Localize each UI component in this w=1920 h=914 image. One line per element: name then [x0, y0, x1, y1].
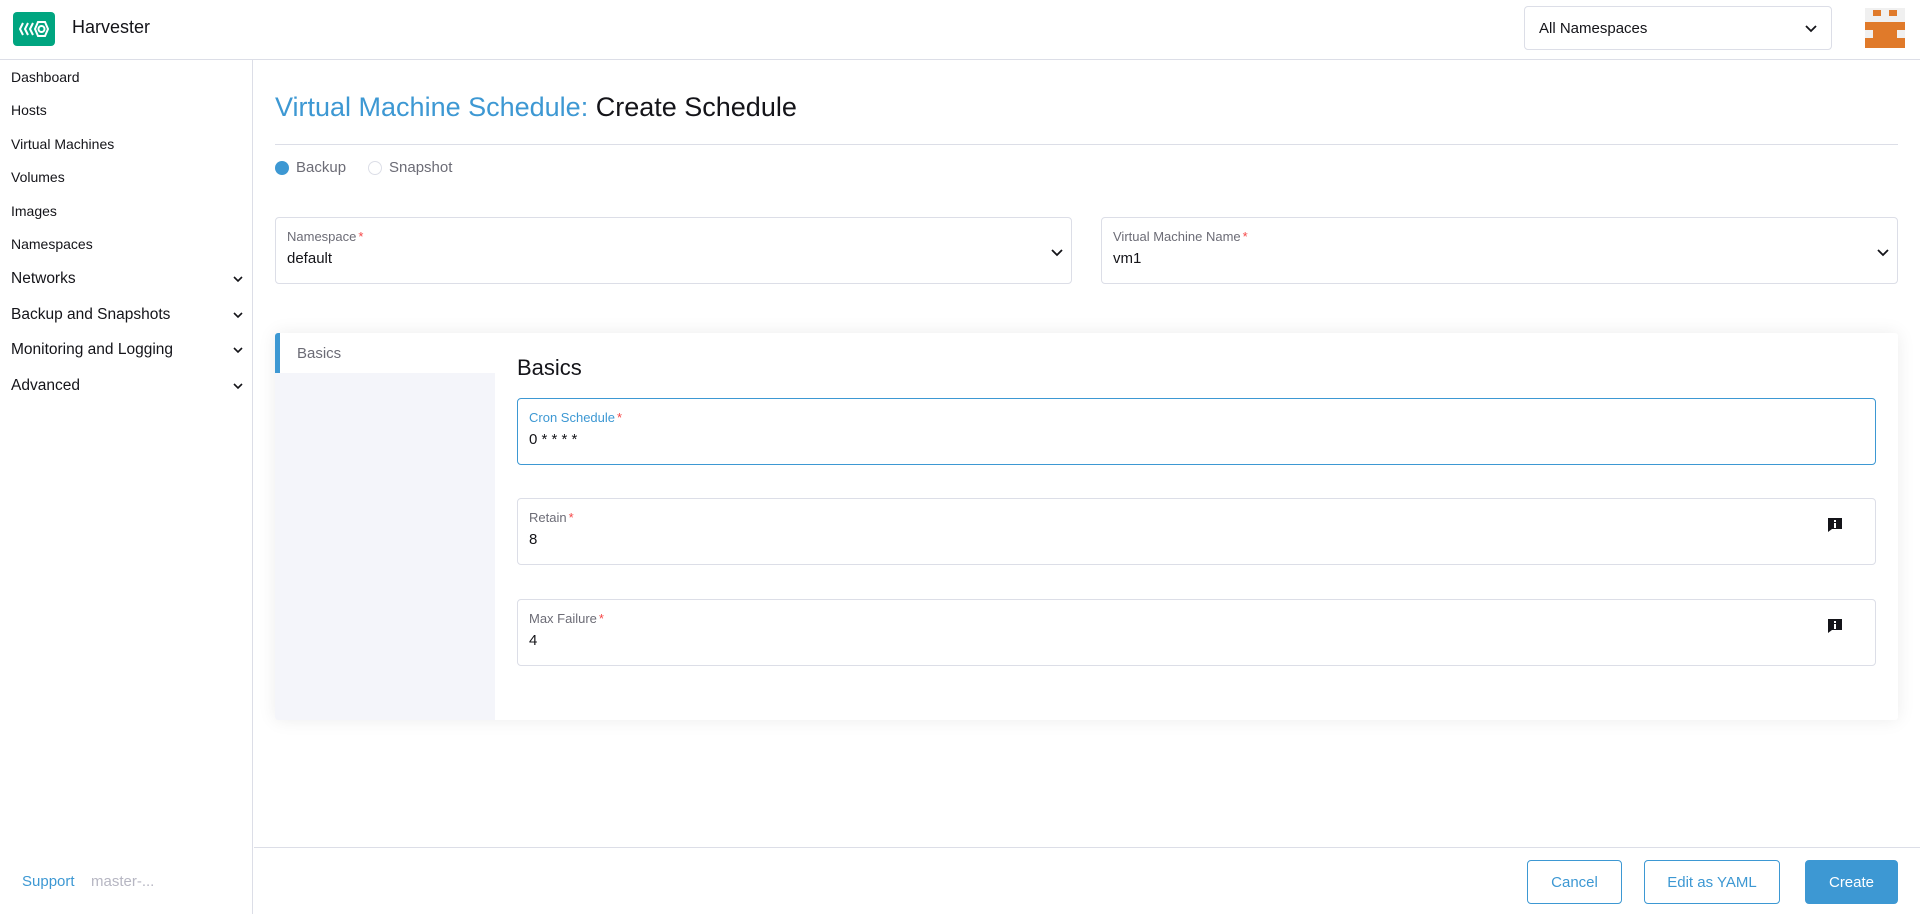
sidebar-nav: Dashboard Hosts Virtual Machines Volumes…	[0, 60, 253, 914]
cron-label: Cron Schedule *	[529, 410, 622, 425]
sidebar-item-label: Namespaces	[11, 236, 93, 252]
retain-input[interactable]: Retain * 8	[517, 498, 1876, 565]
sidebar-item-label: Virtual Machines	[11, 136, 115, 152]
radio-label: Backup	[296, 159, 347, 176]
chevron-down-icon	[233, 345, 243, 355]
support-link[interactable]: Support	[22, 873, 75, 890]
sidebar-item-dashboard[interactable]: Dashboard	[11, 66, 243, 88]
required-marker: *	[598, 611, 604, 626]
chevron-down-icon	[233, 381, 243, 391]
main-content: Virtual Machine Schedule: Create Schedul…	[254, 60, 1920, 847]
sidebar-item-images[interactable]: Images	[11, 200, 243, 222]
sidebar-item-volumes[interactable]: Volumes	[11, 166, 243, 188]
section-heading: Basics	[517, 355, 582, 380]
cron-value: 0 * * * *	[529, 431, 578, 448]
radio-selected-icon	[275, 160, 289, 175]
version-label: master-...	[91, 873, 155, 890]
sidebar-item-hosts[interactable]: Hosts	[11, 99, 243, 121]
namespace-filter-value: All Namespaces	[1539, 19, 1648, 37]
sidebar-item-label: Dashboard	[11, 69, 80, 85]
edit-as-yaml-button[interactable]: Edit as YAML	[1644, 860, 1780, 904]
namespace-select[interactable]: Namespace * default	[275, 217, 1072, 284]
sidebar-item-label: Volumes	[11, 169, 65, 185]
user-avatar-icon[interactable]	[1865, 8, 1905, 48]
harvester-logo-icon[interactable]	[13, 12, 55, 46]
info-icon[interactable]	[1827, 517, 1843, 538]
retain-label-text: Retain	[529, 510, 567, 525]
create-button[interactable]: Create	[1805, 860, 1898, 904]
max-failure-label-text: Max Failure	[529, 611, 597, 626]
radio-unselected-icon	[368, 160, 382, 175]
app-title: Harvester	[72, 17, 151, 37]
required-marker: *	[1242, 229, 1248, 244]
radio-snapshot[interactable]: Snapshot	[368, 159, 452, 176]
sidebar-group-advanced[interactable]: Advanced	[11, 375, 243, 397]
radio-backup[interactable]: Backup	[275, 159, 346, 176]
vm-name-label: Virtual Machine Name *	[1113, 229, 1248, 244]
retain-value: 8	[529, 531, 538, 548]
page-title-text: Create Schedule	[595, 92, 797, 122]
chevron-down-icon	[1805, 20, 1817, 37]
sidebar-item-label: Backup and Snapshots	[11, 306, 171, 323]
cron-schedule-input[interactable]: Cron Schedule * 0 * * * *	[517, 398, 1876, 465]
required-marker: *	[358, 229, 364, 244]
namespace-label-text: Namespace	[287, 229, 357, 244]
sidebar-item-label: Networks	[11, 270, 76, 287]
sidebar-item-label: Hosts	[11, 102, 47, 118]
max-failure-label: Max Failure *	[529, 611, 604, 626]
required-marker: *	[617, 410, 623, 425]
tab-basics[interactable]: Basics	[275, 333, 495, 373]
top-header: Harvester All Namespaces	[0, 0, 1920, 60]
cancel-button[interactable]: Cancel	[1527, 860, 1622, 904]
vm-name-label-text: Virtual Machine Name	[1113, 229, 1241, 244]
info-icon[interactable]	[1827, 618, 1843, 639]
required-marker: *	[568, 510, 574, 525]
chevron-down-icon	[1051, 244, 1063, 262]
breadcrumb-link[interactable]: Virtual Machine Schedule:	[275, 92, 588, 122]
sidebar-item-label: Monitoring and Logging	[11, 341, 174, 358]
vm-name-value: vm1	[1113, 250, 1142, 267]
max-failure-value: 4	[529, 632, 538, 649]
page-title: Virtual Machine Schedule: Create Schedul…	[275, 92, 797, 123]
namespace-value: default	[287, 250, 333, 267]
form-footer: Cancel Edit as YAML Create	[254, 847, 1920, 914]
chevron-down-icon	[1877, 244, 1889, 262]
radio-label: Snapshot	[389, 159, 453, 176]
retain-label: Retain *	[529, 510, 574, 525]
namespace-label: Namespace *	[287, 229, 363, 244]
sidebar-item-namespaces[interactable]: Namespaces	[11, 233, 243, 255]
sidebar-group-monitoring-and-logging[interactable]: Monitoring and Logging	[11, 339, 243, 361]
cron-label-text: Cron Schedule	[529, 410, 615, 425]
chevron-down-icon	[233, 310, 243, 320]
schedule-form-card: Basics Basics Cron Schedule* 0 * * * * E…	[275, 333, 1898, 720]
sidebar-group-networks[interactable]: Networks	[11, 268, 243, 290]
sidebar-group-backup-and-snapshots[interactable]: Backup and Snapshots	[11, 304, 243, 326]
sidebar-item-virtual-machines[interactable]: Virtual Machines	[11, 133, 243, 155]
vm-name-select[interactable]: Virtual Machine Name * vm1	[1101, 217, 1898, 284]
namespace-filter-select[interactable]: All Namespaces	[1524, 6, 1832, 50]
sidebar-item-label: Advanced	[11, 377, 80, 394]
side-tabs	[275, 333, 495, 720]
chevron-down-icon	[233, 274, 243, 284]
title-divider	[275, 144, 1898, 145]
max-failure-input[interactable]: Max Failure * 4	[517, 599, 1876, 666]
sidebar-item-label: Images	[11, 203, 57, 219]
